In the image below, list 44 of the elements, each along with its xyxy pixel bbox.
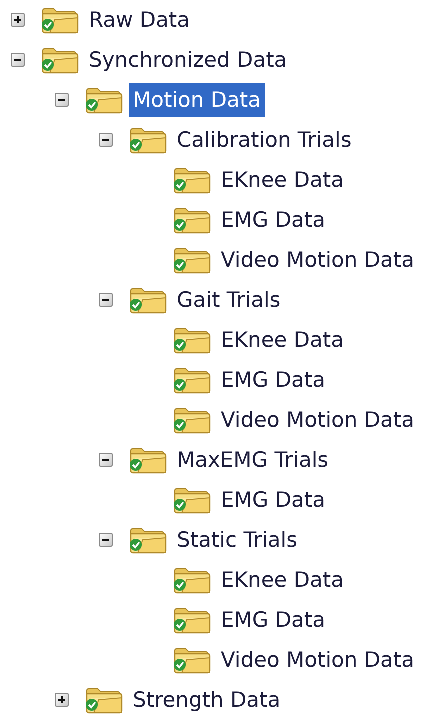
folder-icon bbox=[129, 526, 167, 554]
folder-icon bbox=[173, 406, 211, 434]
folder-icon bbox=[173, 486, 211, 514]
tree-item[interactable]: Calibration Trials bbox=[173, 123, 356, 157]
folder-icon bbox=[85, 686, 123, 714]
collapse-toggle[interactable] bbox=[99, 293, 113, 307]
tree-item[interactable]: EKnee Data bbox=[217, 163, 348, 197]
tree-item[interactable]: Video Motion Data bbox=[217, 243, 419, 277]
folder-icon bbox=[173, 646, 211, 674]
tree-item[interactable]: Motion Data bbox=[129, 83, 266, 117]
tree-item[interactable]: EMG Data bbox=[217, 483, 330, 517]
collapse-toggle[interactable] bbox=[99, 133, 113, 147]
folder-icon bbox=[173, 246, 211, 274]
folder-icon bbox=[173, 326, 211, 354]
tree-item[interactable]: EMG Data bbox=[217, 603, 330, 637]
tree-item[interactable]: MaxEMG Trials bbox=[173, 443, 333, 477]
folder-icon bbox=[85, 86, 123, 114]
tree-item[interactable]: EMG Data bbox=[217, 203, 330, 237]
folder-icon bbox=[173, 566, 211, 594]
folder-icon bbox=[129, 446, 167, 474]
folder-icon bbox=[41, 6, 79, 34]
tree-item[interactable]: EMG Data bbox=[217, 363, 330, 397]
collapse-toggle[interactable] bbox=[11, 53, 25, 67]
folder-icon bbox=[129, 286, 167, 314]
tree-item[interactable]: Gait Trials bbox=[173, 283, 285, 317]
folder-icon bbox=[129, 126, 167, 154]
folder-icon bbox=[173, 366, 211, 394]
folder-icon bbox=[41, 46, 79, 74]
folder-icon bbox=[173, 166, 211, 194]
tree-item[interactable]: EKnee Data bbox=[217, 323, 348, 357]
folder-icon bbox=[173, 606, 211, 634]
tree-item[interactable]: Video Motion Data bbox=[217, 403, 419, 437]
tree-item[interactable]: Synchronized Data bbox=[85, 43, 292, 77]
tree-item[interactable]: Raw Data bbox=[85, 3, 194, 37]
folder-icon bbox=[173, 206, 211, 234]
tree-item[interactable]: Static Trials bbox=[173, 523, 302, 557]
expand-toggle[interactable] bbox=[11, 13, 25, 27]
collapse-toggle[interactable] bbox=[55, 93, 69, 107]
tree-item[interactable]: Strength Data bbox=[129, 683, 285, 717]
expand-toggle[interactable] bbox=[55, 693, 69, 707]
tree-item[interactable]: EKnee Data bbox=[217, 563, 348, 597]
collapse-toggle[interactable] bbox=[99, 453, 113, 467]
tree-item[interactable]: Video Motion Data bbox=[217, 643, 419, 677]
collapse-toggle[interactable] bbox=[99, 533, 113, 547]
